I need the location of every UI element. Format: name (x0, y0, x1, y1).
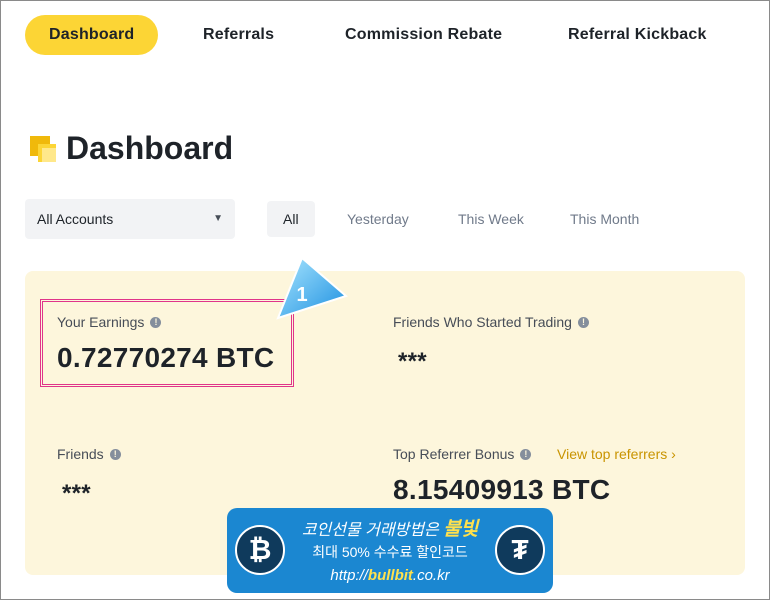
info-icon[interactable]: ! (520, 448, 532, 460)
banner-url-prefix: http:// (330, 567, 368, 584)
friends-trading-value: *** (398, 348, 427, 375)
account-select-value: All Accounts (37, 211, 114, 227)
friends-value: *** (62, 480, 91, 507)
top-nav: Dashboard Referrals Commission Rebate Re… (25, 15, 770, 55)
friends-label-text: Friends (57, 446, 104, 462)
tab-commission-rebate[interactable]: Commission Rebate (345, 15, 502, 55)
promo-banner[interactable]: ₿ 코인선물 거래방법은 불빛 최대 50% 수수료 할인코드 http://b… (227, 508, 553, 593)
period-yesterday[interactable]: Yesterday (347, 201, 409, 237)
period-this-month[interactable]: This Month (570, 201, 639, 237)
period-this-week[interactable]: This Week (458, 201, 524, 237)
info-icon[interactable]: ! (109, 448, 121, 460)
banner-line1-text: 코인선물 거래방법은 (301, 522, 444, 539)
caret-down-icon: ▼ (213, 213, 223, 224)
friends-trading-label-text: Friends Who Started Trading (393, 314, 572, 330)
top-referrer-bonus-label: Top Referrer Bonus ! (393, 446, 532, 462)
info-icon[interactable]: ! (577, 316, 589, 328)
tab-dashboard[interactable]: Dashboard (25, 15, 159, 55)
bitcoin-icon: ₿ (235, 525, 285, 575)
period-all[interactable]: All (267, 201, 315, 237)
tab-referrals[interactable]: Referrals (203, 15, 274, 55)
earnings-highlight-box (40, 299, 294, 387)
view-top-referrers-link[interactable]: View top referrers › (557, 446, 676, 462)
banner-line2: 최대 50% 수수료 할인코드 (312, 544, 468, 560)
dashboard-logo-icon (30, 136, 60, 166)
account-select[interactable]: All Accounts ▼ (25, 199, 235, 239)
banner-url-suffix: .co.kr (412, 567, 450, 584)
friends-trading-label: Friends Who Started Trading ! (393, 314, 589, 330)
tab-referral-kickback[interactable]: Referral Kickback (568, 15, 707, 55)
top-referrer-bonus-value: 8.15409913 BTC (393, 474, 611, 505)
banner-line1: 코인선물 거래방법은 불빛 (287, 514, 493, 541)
banner-brand: 불빛 (443, 519, 479, 540)
top-referrer-bonus-label-text: Top Referrer Bonus (393, 446, 515, 462)
callout-arrow-icon: 1 (276, 256, 348, 320)
friends-label: Friends ! (57, 446, 121, 462)
banner-url[interactable]: http://bullbit.co.kr (287, 567, 493, 584)
callout-number: 1 (296, 284, 307, 306)
tether-icon: ₮ (495, 525, 545, 575)
page-title: Dashboard (66, 130, 234, 166)
banner-url-brand: bullbit (367, 567, 413, 584)
